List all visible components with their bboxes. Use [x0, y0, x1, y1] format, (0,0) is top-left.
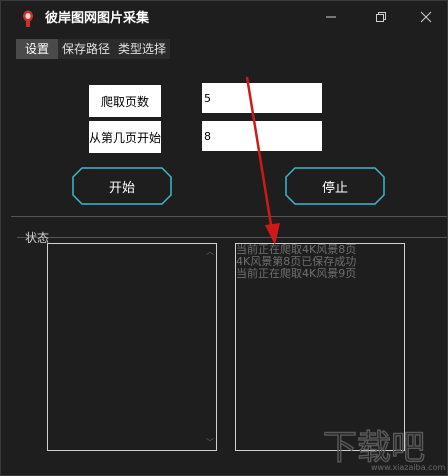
menu-item-save-path[interactable]: 保存路径 [58, 39, 114, 59]
watermark-text: 下载吧 [323, 428, 425, 468]
pages-label: 爬取页数 [89, 85, 161, 117]
minimize-button[interactable] [311, 1, 351, 33]
start-page-input[interactable] [202, 121, 322, 151]
window-title: 彼岸图网图片采集 [45, 11, 150, 26]
section-divider [11, 216, 447, 217]
stop-button[interactable]: 停止 [285, 167, 385, 205]
restore-button[interactable] [361, 1, 401, 33]
title-bar[interactable]: 彼岸图网图片采集 [1, 1, 447, 37]
app-logo-icon [23, 10, 33, 27]
scroll-down-icon[interactable]: ﹀ [206, 437, 214, 448]
minimize-icon [326, 16, 336, 18]
stop-button-label: 停止 [321, 180, 348, 196]
status-log-panel[interactable]: 当前正在爬取4K风景8页 4K风景第8页已保存成功 当前正在爬取4K风景9页 [235, 243, 405, 451]
app-window: 彼岸图网图片采集 设置 保存路径 类型选择 爬取页数 从第几页开始 [0, 0, 448, 476]
restore-icon [376, 12, 386, 22]
start-page-label: 从第几页开始 [89, 121, 161, 153]
menu-item-settings[interactable]: 设置 [16, 39, 59, 59]
log-line: 4K风景第8页已保存成功 [236, 256, 357, 268]
close-icon [420, 11, 432, 23]
log-list: 当前正在爬取4K风景8页 4K风景第8页已保存成功 当前正在爬取4K风景9页 [236, 244, 404, 280]
start-button-label: 开始 [108, 180, 135, 196]
start-button[interactable]: 开始 [72, 167, 172, 205]
pages-input[interactable] [202, 83, 322, 113]
menu-item-type-select[interactable]: 类型选择 [114, 39, 170, 59]
left-list-panel[interactable]: ︿ ﹀ [47, 243, 217, 451]
watermark-domain: www.xiazaiba.com [371, 463, 446, 472]
status-label: 状态 [25, 231, 50, 245]
log-line: 当前正在爬取4K风景8页 [236, 244, 357, 256]
close-button[interactable] [406, 1, 446, 33]
scroll-up-icon[interactable]: ︿ [206, 246, 214, 257]
log-line: 当前正在爬取4K风景9页 [236, 268, 357, 280]
menu-bar: 设置 保存路径 类型选择 [16, 39, 171, 59]
